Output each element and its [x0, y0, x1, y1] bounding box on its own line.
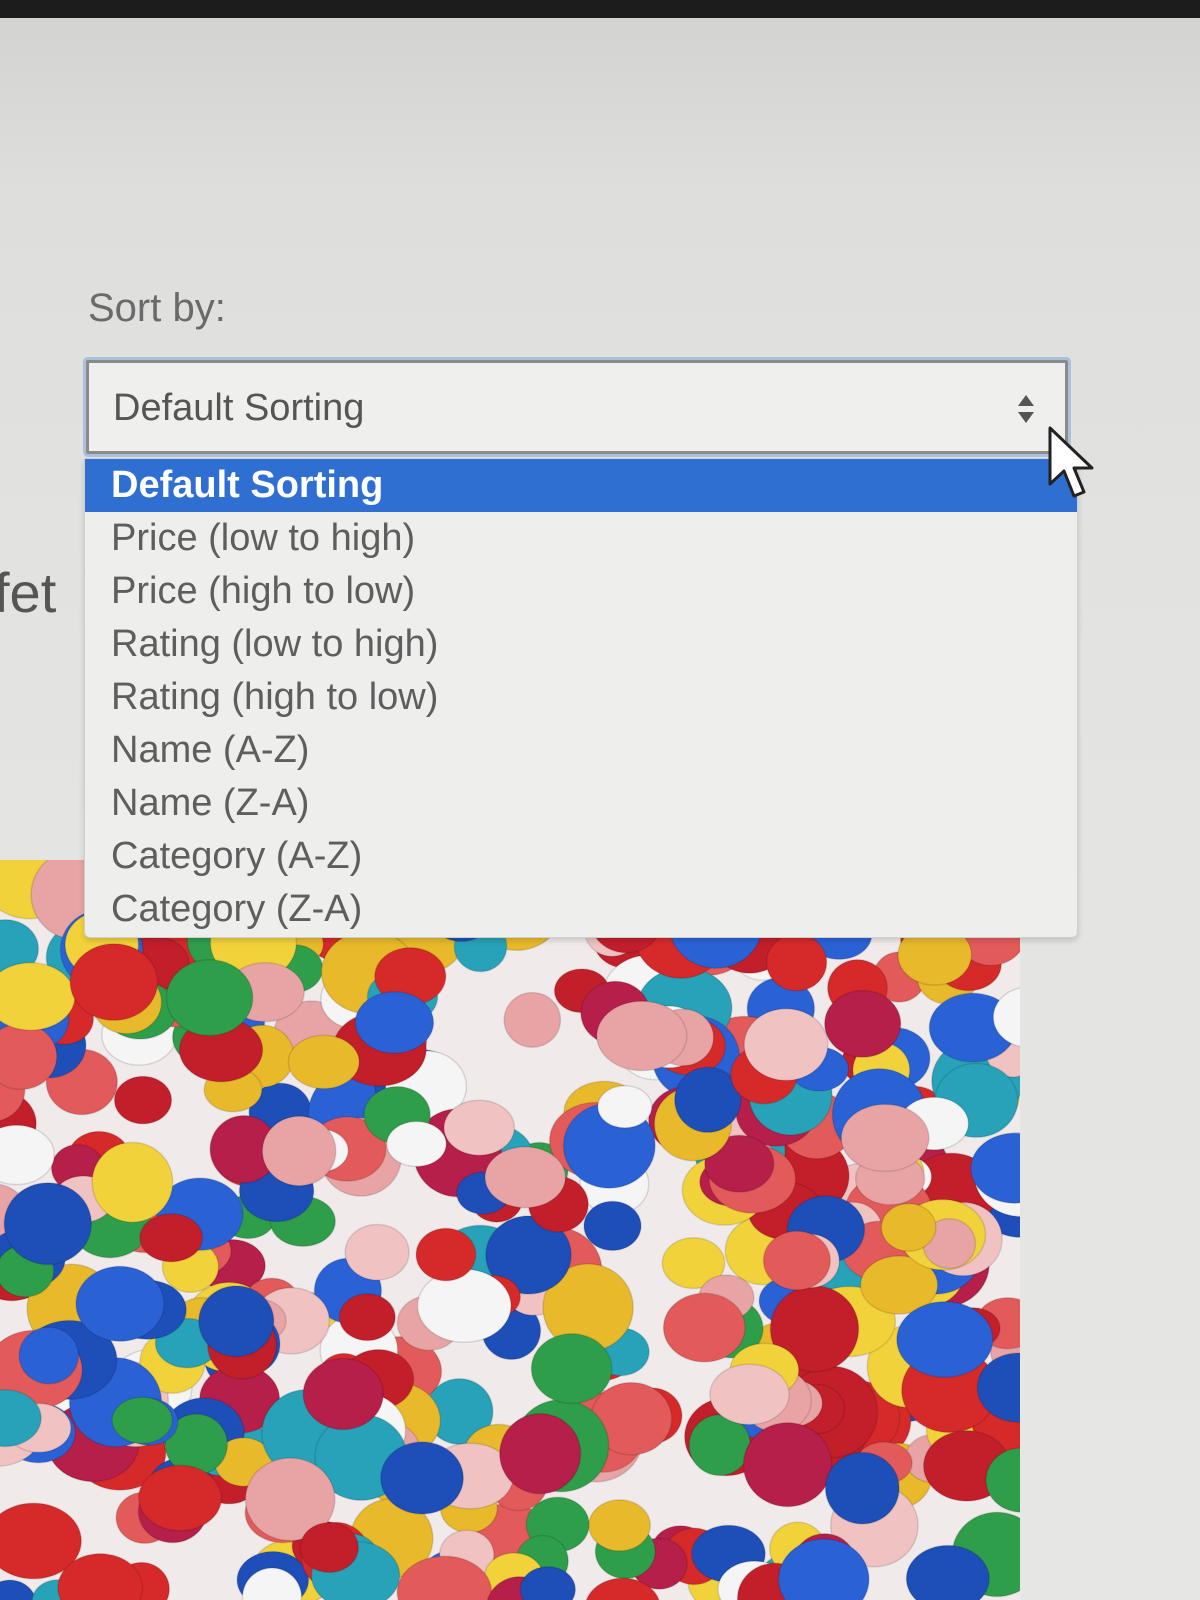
sort-by-label: Sort by: — [88, 286, 226, 330]
sort-select-value: Default Sorting — [113, 387, 365, 429]
sort-select[interactable]: Default Sorting — [86, 360, 1068, 454]
mouse-pointer-icon — [1048, 426, 1094, 498]
sort-option-name-desc[interactable]: Name (Z-A) — [85, 777, 1077, 830]
sort-option-rating-asc[interactable]: Rating (low to high) — [85, 618, 1077, 671]
sort-option-category-desc[interactable]: Category (Z-A) — [85, 883, 1077, 936]
sort-option-rating-desc[interactable]: Rating (high to low) — [85, 671, 1077, 724]
screen-bezel — [0, 0, 1200, 18]
sort-options-list: Default Sorting Price (low to high) Pric… — [84, 458, 1078, 938]
updown-arrows-icon — [1018, 395, 1034, 423]
sort-option-category-asc[interactable]: Category (A-Z) — [85, 830, 1077, 883]
sort-option-price-asc[interactable]: Price (low to high) — [85, 512, 1077, 565]
sort-option-name-asc[interactable]: Name (A-Z) — [85, 724, 1077, 777]
sort-option-price-desc[interactable]: Price (high to low) — [85, 565, 1077, 618]
product-image-confetti — [0, 860, 1020, 1600]
product-title-partial: fet — [0, 561, 57, 624]
sort-option-default[interactable]: Default Sorting — [85, 459, 1077, 512]
